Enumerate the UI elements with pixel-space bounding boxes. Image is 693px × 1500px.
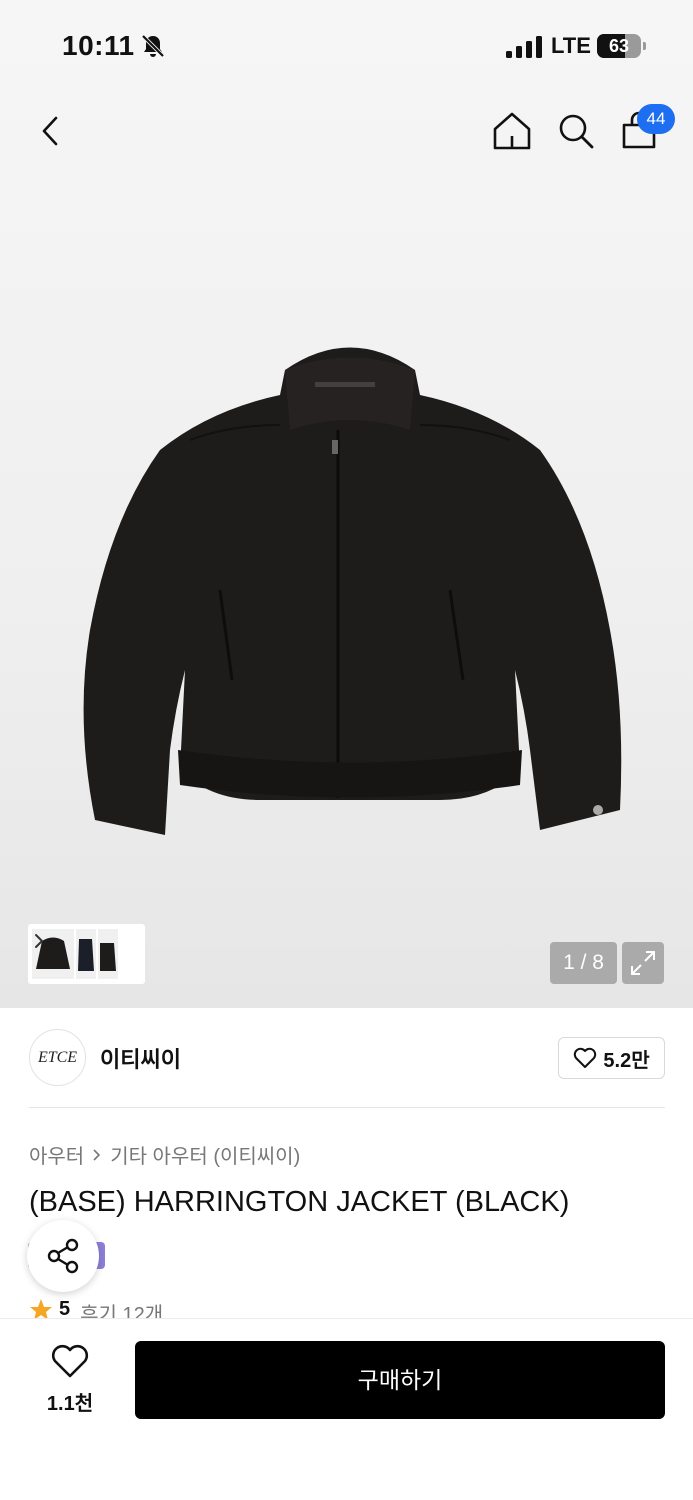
- product-hero: 10:11 LTE 63 44 1 / 8: [0, 0, 693, 1008]
- battery-percent: 63: [608, 36, 630, 56]
- brand-like-button[interactable]: 5.2만: [558, 1037, 665, 1079]
- thumbnail-strip[interactable]: [28, 924, 145, 984]
- network-label: LTE: [551, 33, 591, 58]
- share-icon: [47, 1238, 79, 1274]
- wishlist-button[interactable]: 1.1천: [30, 1341, 110, 1421]
- battery-indicator: 63: [597, 34, 647, 58]
- share-button[interactable]: [27, 1220, 99, 1292]
- product-title: (BASE) HARRINGTON JACKET (BLACK): [29, 1186, 570, 1218]
- back-button[interactable]: [25, 106, 75, 156]
- search-button[interactable]: [551, 106, 601, 156]
- breadcrumb-item-subcategory[interactable]: 기타 아우터 (이티씨이): [110, 1140, 300, 1169]
- signal-icon: [506, 36, 542, 58]
- status-bar: 10:11 LTE 63: [0, 0, 693, 92]
- breadcrumb: 아우터 기타 아우터 (이티씨이): [29, 1140, 300, 1169]
- rating-row[interactable]: 5 후기 12개: [29, 1298, 163, 1320]
- image-page-indicator: 1 / 8: [550, 942, 617, 984]
- brand-name[interactable]: 이티씨이: [100, 1042, 181, 1074]
- buy-button[interactable]: 구매하기: [135, 1341, 665, 1419]
- brand-like-count: 5.2만: [603, 1049, 650, 1072]
- bell-off-icon: [141, 34, 165, 58]
- chevron-right-icon: [35, 934, 43, 948]
- wishlist-count: 1.1천: [46, 1393, 94, 1415]
- top-nav-bar: [0, 92, 693, 172]
- product-image[interactable]: [70, 330, 630, 850]
- review-count: 후기 12개: [80, 1304, 164, 1320]
- brand-logo[interactable]: ETCE: [29, 1029, 86, 1086]
- divider: [29, 1107, 665, 1108]
- rating-score: 5: [59, 1298, 71, 1320]
- brand-row: ETCE 이티씨이 5.2만: [0, 1008, 693, 1108]
- cart-count-badge: 44: [637, 104, 675, 134]
- search-icon: [559, 114, 594, 149]
- expand-image-button[interactable]: [622, 942, 664, 984]
- star-icon: [30, 1299, 52, 1320]
- heart-icon: [51, 1344, 89, 1378]
- home-icon: [493, 112, 531, 150]
- chevron-left-icon: [42, 116, 58, 146]
- expand-icon: [631, 951, 655, 975]
- home-button[interactable]: [487, 106, 537, 156]
- chevron-right-icon: [93, 1148, 101, 1161]
- status-time: 10:11: [62, 30, 135, 61]
- heart-icon: [574, 1047, 597, 1068]
- breadcrumb-item-category[interactable]: 아우터: [29, 1140, 84, 1169]
- bottom-action-bar: 1.1천 구매하기: [0, 1318, 693, 1500]
